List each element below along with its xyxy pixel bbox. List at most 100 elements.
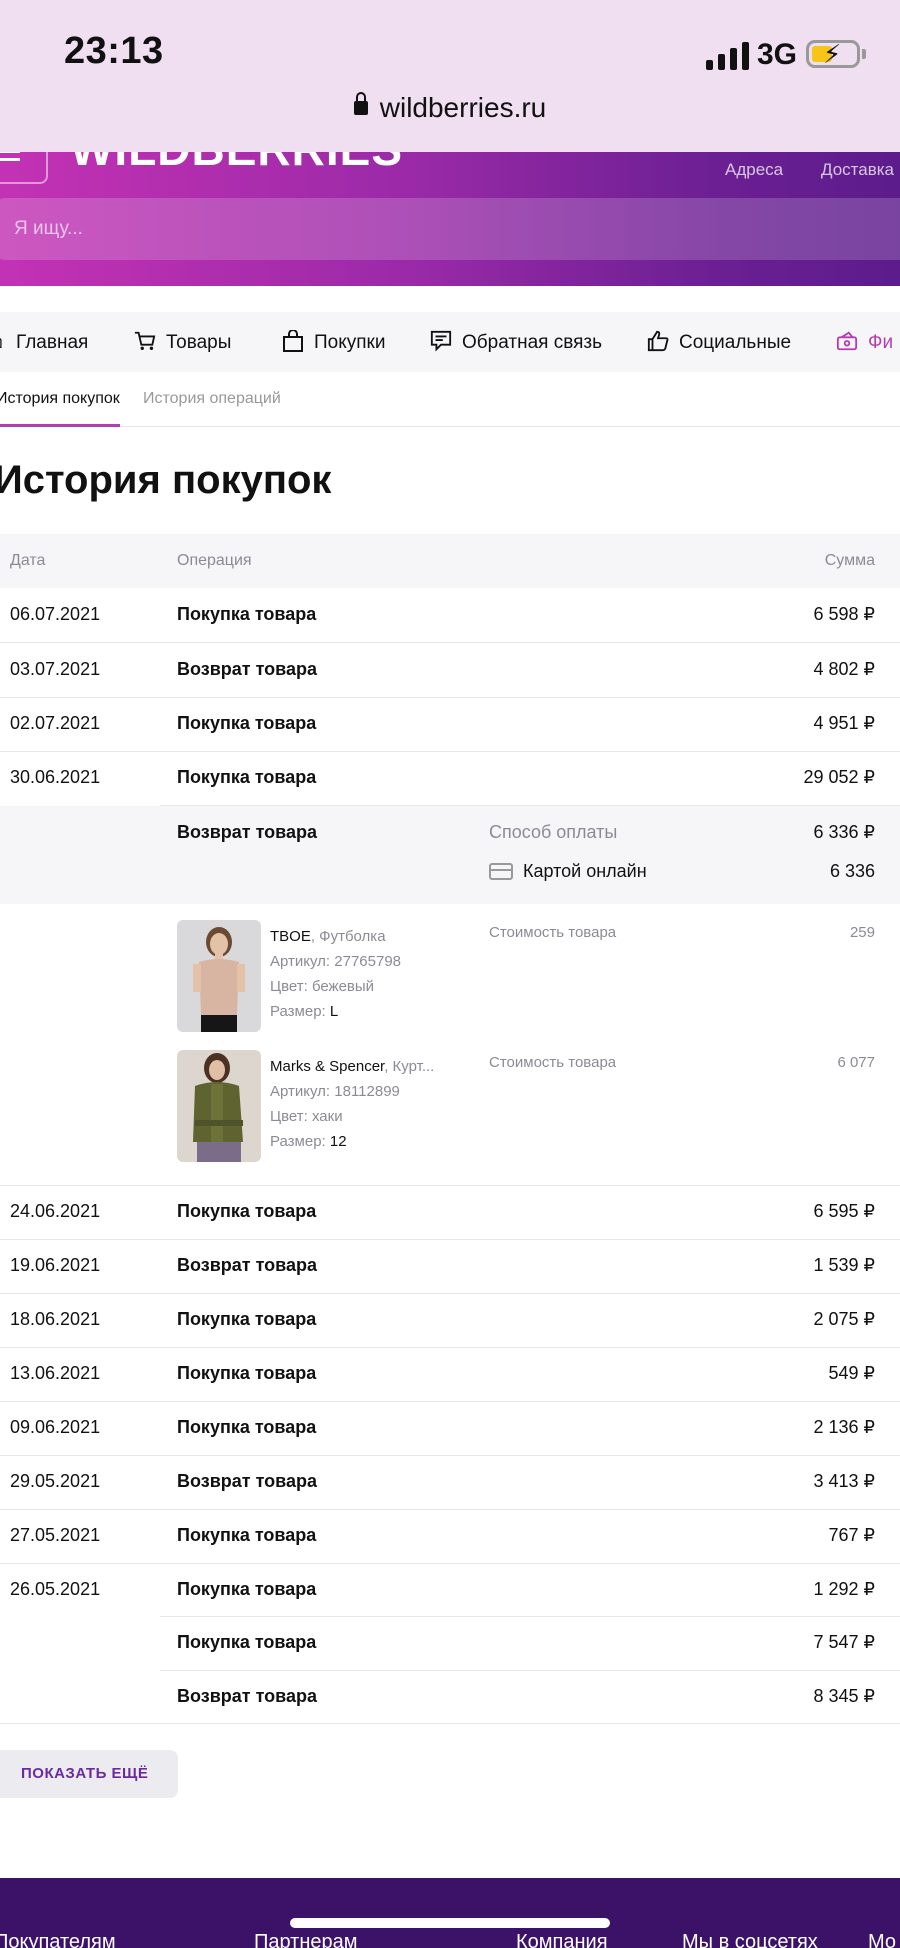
row-operation: Покупка товара [177, 713, 317, 733]
row-operation: Возврат товара [177, 1255, 318, 1275]
footer-link-buyers[interactable]: Покупателям [0, 1931, 116, 1948]
table-row[interactable]: 30.06.2021 Покупка товара 29 052 ₽ [0, 751, 900, 805]
product-name: , Курт... [384, 1058, 435, 1075]
product-item[interactable]: TBOE, Футболка Артикул: 27765798 Цвет: б… [177, 920, 900, 1032]
card-sum: 6 336 [829, 861, 875, 881]
card-label: Картой онлайн [523, 861, 647, 881]
expanded-return-details[interactable]: Возврат товара Способ оплаты 6 336 ₽ Кар… [0, 806, 900, 904]
tab-operations-history[interactable]: История операций [143, 390, 281, 408]
payment-method-label: Способ оплаты [489, 822, 618, 842]
menu-icon[interactable] [0, 152, 48, 184]
table-row[interactable]: 29.05.2021 Возврат товара 3 413 ₽ [0, 1455, 900, 1509]
product-color: бежевый [311, 978, 375, 995]
table-row[interactable]: 06.07.2021 Покупка товара 6 598 ₽ [0, 588, 900, 642]
table-row[interactable]: Покупка товара 7 547 ₽ [0, 1616, 900, 1670]
footer-link-more[interactable]: Мо [868, 1931, 896, 1948]
site-footer: Покупателям Партнерам Компания Мы в соцс… [0, 1878, 900, 1948]
row-date: 13.06.2021 [10, 1363, 101, 1383]
product-info: TBOE, Футболка Артикул: 27765798 Цвет: б… [270, 924, 401, 1024]
row-date: 03.07.2021 [10, 659, 101, 679]
site-header: WILDBERRIES Адреса Доставка Я ищу... [0, 152, 900, 286]
search-input[interactable]: Я ищу... [0, 198, 900, 260]
row-operation: Покупка товара [177, 1632, 317, 1652]
show-more-button[interactable]: ПОКАЗАТЬ ЕЩЁ [0, 1750, 178, 1798]
home-indicator [290, 1918, 610, 1928]
header-link-delivery[interactable]: Доставка [821, 160, 894, 180]
show-more-label: ПОКАЗАТЬ ЕЩЁ [21, 1765, 149, 1782]
product-brand: TBOE [270, 928, 311, 945]
footer-link-company[interactable]: Компания [516, 1931, 608, 1948]
tab-purchase-history[interactable]: История покупок [0, 390, 120, 427]
logo[interactable]: WILDBERRIES [70, 152, 403, 176]
battery-cap [862, 49, 866, 59]
row-sum: 549 ₽ [828, 1363, 876, 1383]
row-operation: Покупка товара [177, 604, 317, 624]
header-link-addresses[interactable]: Адреса [725, 160, 783, 180]
row-date: 27.05.2021 [10, 1525, 101, 1545]
footer-link-partners[interactable]: Партнерам [254, 1931, 358, 1948]
row-operation: Возврат товара [177, 822, 318, 842]
row-sum: 7 547 ₽ [813, 1632, 876, 1652]
table-row[interactable]: 09.06.2021 Покупка товара 2 136 ₽ [0, 1401, 900, 1455]
table-row[interactable]: 13.06.2021 Покупка товара 549 ₽ [0, 1347, 900, 1401]
table-row[interactable]: 19.06.2021 Возврат товара 1 539 ₽ [0, 1239, 900, 1293]
table-row[interactable]: 26.05.2021 Покупка товара 1 292 ₽ [0, 1563, 900, 1617]
row-operation: Возврат товара [177, 1686, 318, 1706]
product-color: хаки [311, 1108, 343, 1125]
nav-item-purchases[interactable]: Покупки [282, 330, 385, 354]
row-operation: Покупка товара [177, 1525, 317, 1545]
row-sum: 6 595 ₽ [813, 1201, 876, 1221]
row-date: 02.07.2021 [10, 713, 101, 733]
nav-item-home[interactable]: Главная [0, 330, 88, 354]
size-label: Размер: [270, 1133, 330, 1150]
product-item[interactable]: Marks & Spencer, Курт... Артикул: 181128… [177, 1050, 900, 1162]
payment-sum: 6 336 ₽ [813, 822, 876, 842]
nav-item-label: Товары [166, 332, 232, 353]
product-cost: 6 077 [837, 1054, 875, 1071]
address-bar[interactable]: wildberries.ru [0, 92, 900, 124]
home-icon [0, 337, 2, 348]
row-operation: Покупка товара [177, 1201, 317, 1221]
nav-item-finance[interactable]: Фи [836, 330, 893, 354]
row-date: 29.05.2021 [10, 1471, 101, 1491]
product-cost: 259 [849, 924, 875, 941]
nav-item-feedback[interactable]: Обратная связь [430, 330, 602, 354]
row-date: 18.06.2021 [10, 1309, 101, 1329]
row-date: 30.06.2021 [10, 767, 101, 787]
row-sum: 29 052 ₽ [803, 767, 875, 787]
table-row[interactable]: Возврат товара 8 345 ₽ [0, 1670, 900, 1724]
history-tabs: История покупок История операций [0, 372, 900, 427]
account-nav: Главная Товары Покупки Обратная связь Со… [0, 312, 900, 372]
product-article: 27765798 [334, 953, 402, 970]
row-operation: Покупка товара [177, 1363, 317, 1383]
table-row[interactable]: 24.06.2021 Покупка товара 6 595 ₽ [0, 1185, 900, 1239]
nav-item-goods[interactable]: Товары [134, 330, 231, 354]
nav-item-label: Фи [868, 332, 894, 353]
cart-icon [134, 331, 156, 350]
table-row[interactable]: 03.07.2021 Возврат товара 4 802 ₽ [0, 643, 900, 697]
table-row[interactable]: 27.05.2021 Покупка товара 767 ₽ [0, 1509, 900, 1563]
nav-item-label: Покупки [314, 332, 386, 353]
footer-link-social[interactable]: Мы в соцсетях [682, 1931, 818, 1948]
row-date: 09.06.2021 [10, 1417, 101, 1437]
table-row[interactable]: 02.07.2021 Покупка товара 4 951 ₽ [0, 697, 900, 751]
row-date: 06.07.2021 [10, 604, 101, 624]
payment-card: Картой онлайн [489, 861, 647, 882]
product-image[interactable] [177, 920, 261, 1032]
nav-item-social[interactable]: Социальные [647, 330, 791, 354]
product-size: 12 [329, 1133, 347, 1150]
row-operation: Покупка товара [177, 1579, 317, 1599]
table-row[interactable]: 18.06.2021 Покупка товара 2 075 ₽ [0, 1293, 900, 1347]
product-image[interactable] [177, 1050, 261, 1162]
row-sum: 1 292 ₽ [813, 1579, 876, 1599]
product-article: 18112899 [334, 1083, 400, 1100]
credit-card-icon [489, 863, 513, 880]
search-placeholder: Я ищу... [14, 218, 83, 239]
nav-item-label: Главная [16, 332, 89, 353]
color-label: Цвет: [270, 978, 312, 995]
product-name: , Футболка [310, 928, 386, 945]
row-sum: 6 598 ₽ [813, 604, 876, 624]
row-sum: 2 075 ₽ [813, 1309, 876, 1329]
row-operation: Покупка товара [177, 1309, 317, 1329]
finance-icon [836, 331, 858, 351]
